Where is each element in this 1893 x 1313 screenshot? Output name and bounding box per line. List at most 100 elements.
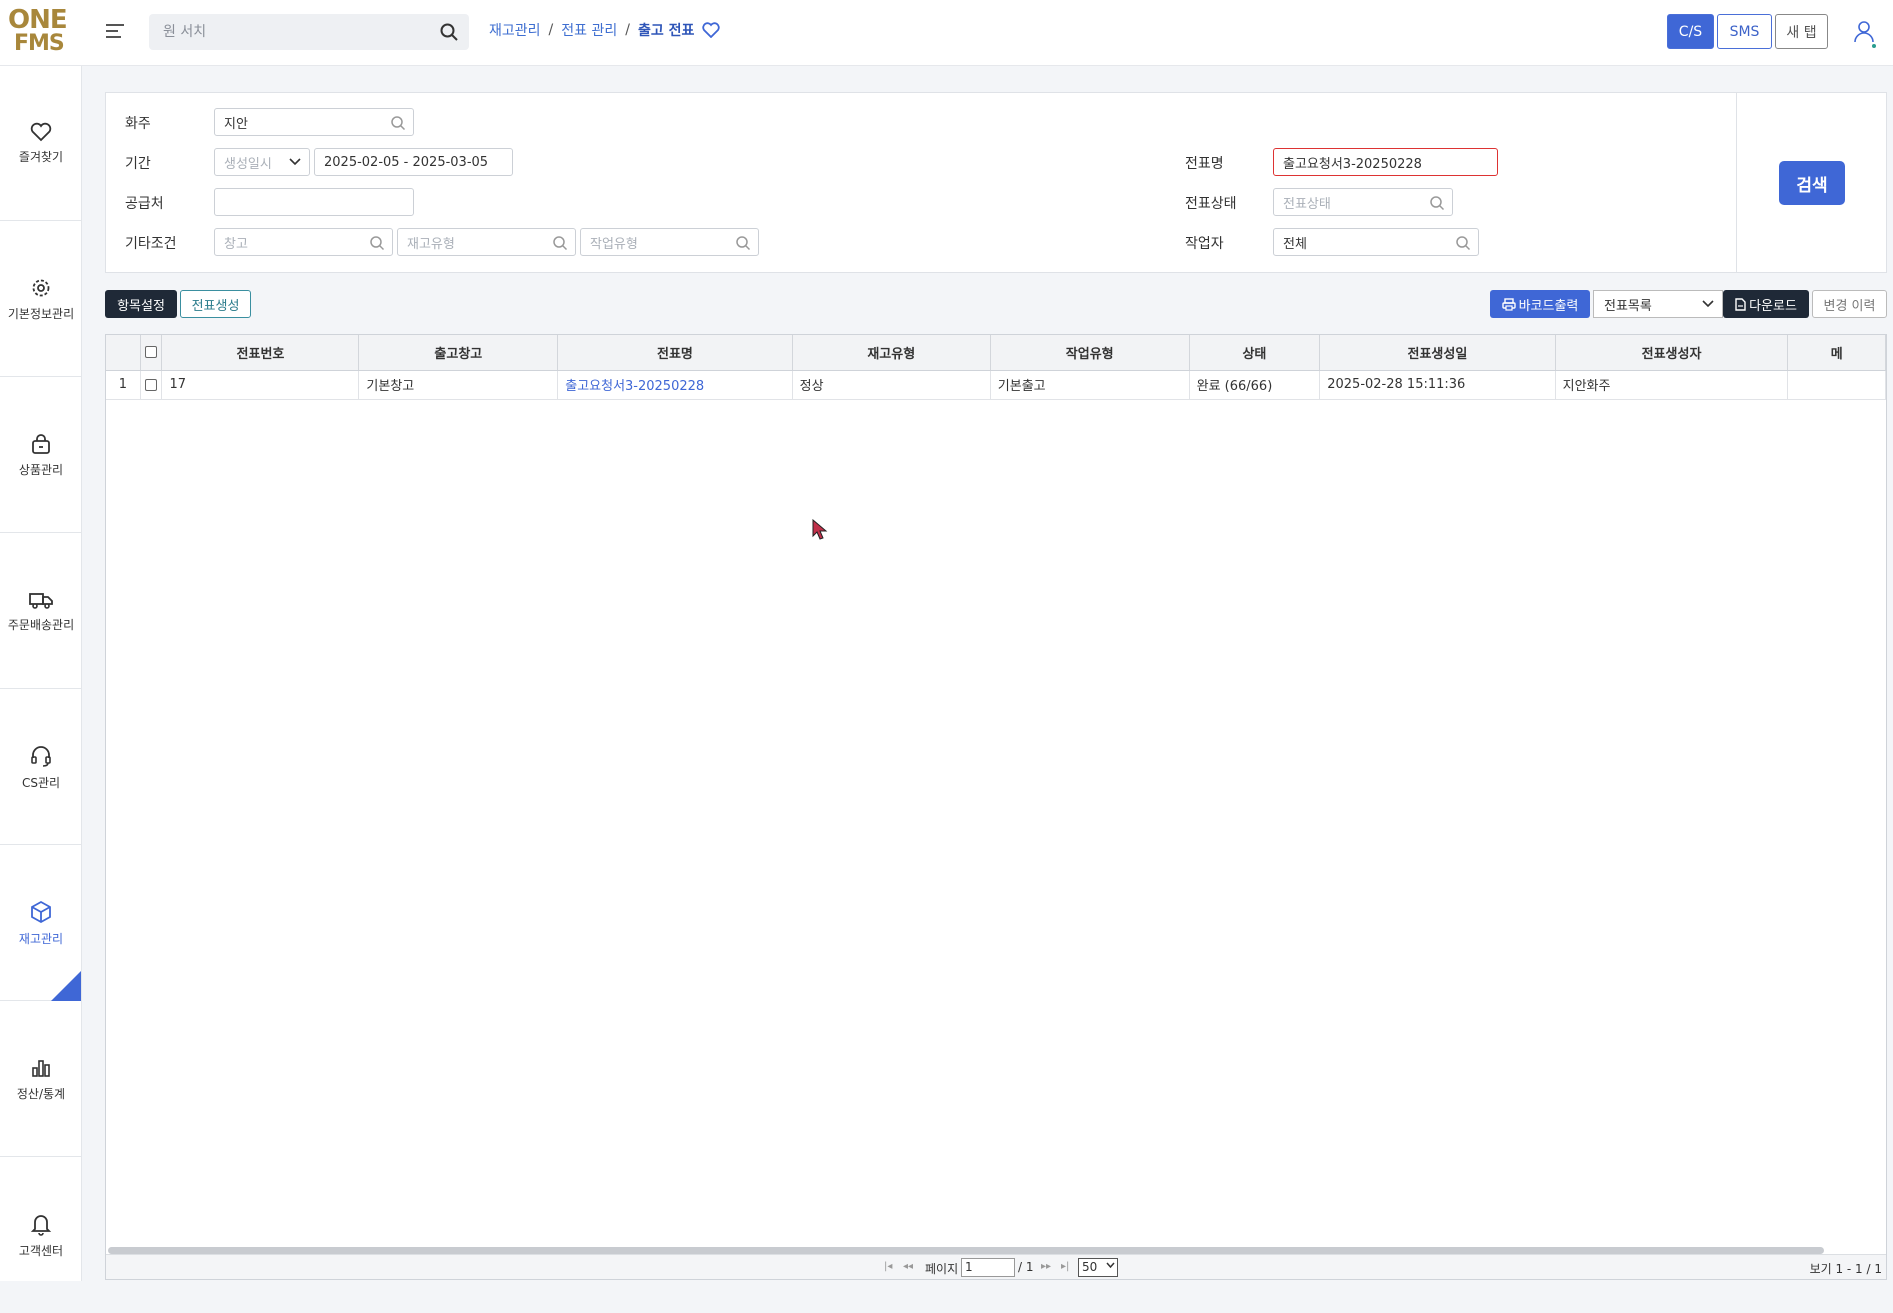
sidebar-item-cs[interactable]: CS관리 <box>0 690 82 845</box>
page-label: 페이지 <box>925 1262 959 1276</box>
create-slip-button[interactable]: 전표생성 <box>180 290 251 318</box>
worker-field[interactable]: 전체 <box>1273 228 1479 256</box>
search-icon[interactable] <box>439 22 459 42</box>
row-checkbox[interactable] <box>140 370 163 400</box>
stock-type-field[interactable]: 재고유형 <box>397 228 576 256</box>
search-icon[interactable] <box>735 235 751 251</box>
slip-name-value: 출고요청서3-20250228 <box>1283 156 1422 172</box>
cell-created-at: 2025-02-28 15:11:36 <box>1319 370 1556 400</box>
search-icon[interactable] <box>390 115 406 131</box>
slip-list-select[interactable]: 전표목록 <box>1593 290 1723 318</box>
slip-status-field[interactable]: 전표상태 <box>1273 188 1453 216</box>
menu-toggle-icon[interactable] <box>106 24 124 42</box>
pagination-bar: |◂ ◂◂ 페이지 1 / 1 ▸▸ ▸| 50 보기 1 - 1 / 1 <box>106 1254 1886 1279</box>
download-button[interactable]: 다운로드 <box>1723 290 1809 318</box>
last-page-icon[interactable]: ▸| <box>1061 1261 1069 1272</box>
sidebar-item-orders[interactable]: 주문배송관리 <box>0 534 82 689</box>
truck-icon <box>28 590 54 610</box>
work-type-placeholder: 작업유형 <box>590 236 638 252</box>
logo-line1: ONE <box>8 5 68 35</box>
owner-value: 지안 <box>224 116 248 132</box>
table-header-row: 전표번호 출고창고 전표명 재고유형 작업유형 상태 전표생성일 전표생성자 메 <box>106 335 1886 371</box>
sidebar-item-label: 정산/통계 <box>16 1086 66 1101</box>
chevron-down-icon <box>289 157 301 167</box>
sidebar-item-settlement[interactable]: 정산/통계 <box>0 1002 82 1157</box>
horizontal-scrollbar[interactable] <box>108 1247 1824 1254</box>
mouse-cursor-icon <box>812 519 828 541</box>
column-header[interactable]: 메 <box>1787 335 1886 371</box>
slip-name-field[interactable]: 출고요청서3-20250228 <box>1273 148 1498 176</box>
cell-work-type: 기본출고 <box>990 370 1190 400</box>
barcode-print-label: 바코드출력 <box>1518 298 1579 314</box>
sidebar-item-label: 주문배송관리 <box>7 617 75 632</box>
cell-memo <box>1787 370 1886 400</box>
sidebar-item-support[interactable]: 고객센터 <box>0 1158 82 1313</box>
gear-icon <box>30 277 52 299</box>
period-range-value: 2025-02-05 - 2025-03-05 <box>324 154 489 170</box>
sidebar-item-label: 고객센터 <box>18 1244 64 1258</box>
breadcrumb-item-slip[interactable]: 전표 관리 <box>561 20 617 40</box>
etc-condition-label: 기타조건 <box>125 236 177 252</box>
sidebar-item-label: 재고관리 <box>18 931 64 946</box>
worker-value: 전체 <box>1283 236 1307 252</box>
sidebar-item-favorites[interactable]: 즐겨찾기 <box>0 66 82 221</box>
total-pages: / 1 <box>1018 1260 1034 1274</box>
heart-icon <box>30 122 52 142</box>
new-tab-button[interactable]: 새 탭 <box>1775 14 1828 49</box>
view-info: 보기 1 - 1 / 1 <box>1809 1262 1882 1276</box>
breadcrumb-item-inventory[interactable]: 재고관리 <box>489 20 541 40</box>
slip-name-label: 전표명 <box>1185 156 1224 172</box>
period-type-select[interactable]: 생성일시 <box>214 148 310 176</box>
period-range-field[interactable]: 2025-02-05 - 2025-03-05 <box>314 148 513 176</box>
cell-warehouse: 기본창고 <box>358 370 559 400</box>
sidebar-item-products[interactable]: 상품관리 <box>0 378 82 533</box>
search-icon[interactable] <box>1455 235 1471 251</box>
search-button[interactable]: 검색 <box>1779 161 1845 205</box>
column-header[interactable]: 전표번호 <box>161 335 360 371</box>
table-row[interactable]: 1 17 기본창고 출고요청서3-20250228 정상 기본출고 완료 (66… <box>106 370 1886 400</box>
favorite-heart-icon[interactable] <box>702 22 721 38</box>
global-search-input[interactable] <box>149 14 419 50</box>
sms-button[interactable]: SMS <box>1717 14 1772 49</box>
warehouse-field[interactable]: 창고 <box>214 228 393 256</box>
barcode-print-button[interactable]: 바코드출력 <box>1490 290 1590 318</box>
column-header[interactable]: 작업유형 <box>990 335 1190 371</box>
column-header[interactable]: 상태 <box>1189 335 1321 371</box>
change-history-button[interactable]: 변경 이력 <box>1812 290 1887 318</box>
search-icon[interactable] <box>1429 195 1445 211</box>
select-all-checkbox[interactable] <box>140 335 163 371</box>
cs-button[interactable]: C/S <box>1667 14 1714 49</box>
owner-label: 화주 <box>125 116 151 132</box>
app-logo[interactable]: ONE FMS <box>8 5 68 58</box>
cell-slip-name: 출고요청서3-20250228 <box>557 370 793 400</box>
top-header: ONE FMS 재고관리 / 전표 관리 / 출고 전표 C/S SMS 새 탭 <box>0 0 1893 66</box>
work-type-field[interactable]: 작업유형 <box>580 228 759 256</box>
column-header[interactable]: 재고유형 <box>792 335 991 371</box>
chevron-down-icon <box>1702 299 1714 309</box>
user-avatar-icon[interactable] <box>1853 18 1877 48</box>
file-icon <box>1735 297 1746 311</box>
supplier-field[interactable] <box>214 188 414 216</box>
column-header[interactable]: 전표생성일 <box>1319 335 1556 371</box>
logo-line2: FMS <box>14 31 65 56</box>
column-settings-button[interactable]: 항목설정 <box>105 290 177 318</box>
slip-status-placeholder: 전표상태 <box>1283 196 1331 212</box>
page-input[interactable]: 1 <box>961 1258 1015 1277</box>
breadcrumb-current: 출고 전표 <box>637 23 695 39</box>
owner-field[interactable]: 지안 <box>214 108 414 136</box>
prev-page-icon[interactable]: ◂◂ <box>903 1261 913 1272</box>
search-icon[interactable] <box>369 235 385 251</box>
column-header[interactable]: 전표생성자 <box>1555 335 1789 371</box>
column-header[interactable]: 전표명 <box>557 335 793 371</box>
download-label: 다운로드 <box>1749 298 1797 314</box>
sidebar-item-basic-info[interactable]: 기본정보관리 <box>0 222 82 377</box>
stock-type-placeholder: 재고유형 <box>407 236 455 252</box>
search-icon[interactable] <box>552 235 568 251</box>
global-search <box>149 14 469 50</box>
slip-name-link[interactable]: 출고요청서3-20250228 <box>565 379 704 394</box>
column-header[interactable]: 출고창고 <box>358 335 559 371</box>
next-page-icon[interactable]: ▸▸ <box>1041 1261 1051 1272</box>
bell-icon <box>30 1212 52 1236</box>
supplier-label: 공급처 <box>125 196 164 212</box>
first-page-icon[interactable]: |◂ <box>884 1261 892 1272</box>
